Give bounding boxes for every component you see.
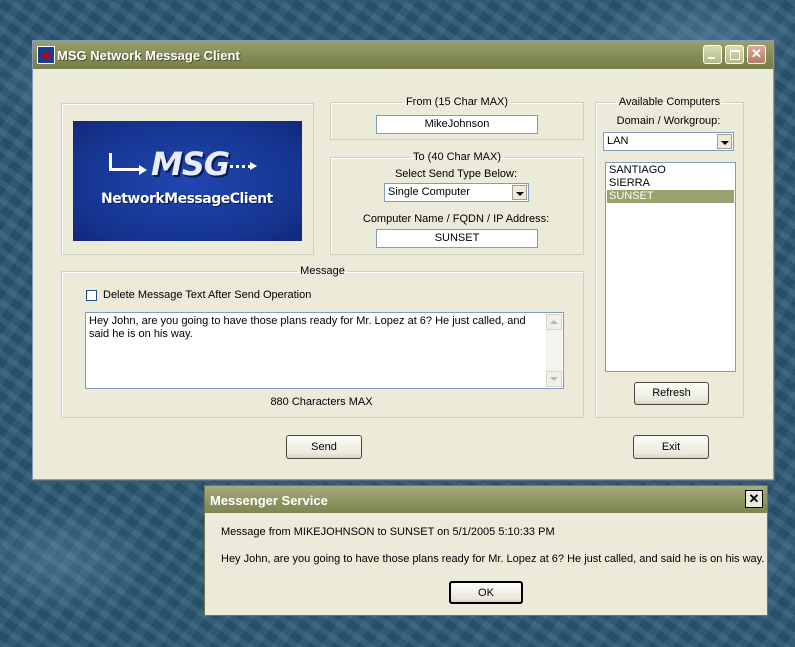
char-max-label: 880 Characters MAX [270,396,373,408]
domain-label: Domain / Workgroup: [616,115,721,127]
list-item[interactable]: SANTIAGO [607,164,734,177]
message-scrollbar[interactable] [546,314,562,387]
domain-select[interactable]: LAN [603,132,734,151]
send-type-label: Select Send Type Below: [394,168,518,180]
window-title: MSG Network Message Client [57,48,240,63]
computer-name-label: Computer Name / FQDN / IP Address: [362,213,550,225]
chevron-down-icon[interactable] [717,134,732,149]
arrow-icon [109,153,147,175]
logo-main-text: MSG [151,145,230,183]
main-window: MSG Network Message Client ✕ MSG Network… [32,40,774,480]
close-icon[interactable]: ✕ [745,490,763,508]
from-legend: From (15 Char MAX) [405,96,509,108]
from-input[interactable]: MikeJohnson [376,115,538,134]
close-icon[interactable]: ✕ [747,45,766,64]
message-textarea[interactable]: Hey John, are you going to have those pl… [85,312,564,389]
app-icon[interactable] [37,46,55,64]
message-text: Hey John, are you going to have those pl… [89,315,526,340]
available-legend: Available Computers [618,96,721,108]
dialog-header-line: Message from MIKEJOHNSON to SUNSET on 5/… [221,526,555,538]
logo-sub-text: NetworkMessageClient [101,191,273,207]
maximize-icon[interactable] [725,45,744,64]
minimize-icon[interactable] [703,45,722,64]
dotted-arrow-icon [223,162,257,170]
chevron-down-icon[interactable] [512,185,527,200]
ok-button[interactable]: OK [449,581,523,604]
dialog-title-bar[interactable]: Messenger Service ✕ [205,486,767,513]
messenger-service-dialog: Messenger Service ✕ Message from MIKEJOH… [204,485,768,616]
delete-text-label: Delete Message Text After Send Operation [103,289,312,301]
send-type-value: Single Computer [388,186,470,198]
send-button[interactable]: Send [286,435,362,459]
title-bar[interactable]: MSG Network Message Client ✕ [33,41,773,69]
refresh-button[interactable]: Refresh [634,382,709,405]
dialog-title: Messenger Service [210,493,328,508]
send-type-select[interactable]: Single Computer [384,183,529,202]
computer-name-input[interactable]: SUNSET [376,229,538,248]
scroll-up-icon[interactable] [546,314,562,330]
to-legend: To (40 Char MAX) [412,151,502,163]
computers-listbox[interactable]: SANTIAGO SIERRA SUNSET [605,162,736,372]
domain-value: LAN [607,135,629,147]
message-legend: Message [300,265,345,277]
list-item[interactable]: SIERRA [607,177,734,190]
exit-button[interactable]: Exit [633,435,709,459]
msg-logo: MSG NetworkMessageClient [73,121,302,241]
list-item-selected[interactable]: SUNSET [607,190,734,203]
delete-text-checkbox[interactable] [86,290,97,301]
scroll-down-icon[interactable] [546,371,562,387]
dialog-body-line: Hey John, are you going to have those pl… [221,553,765,565]
